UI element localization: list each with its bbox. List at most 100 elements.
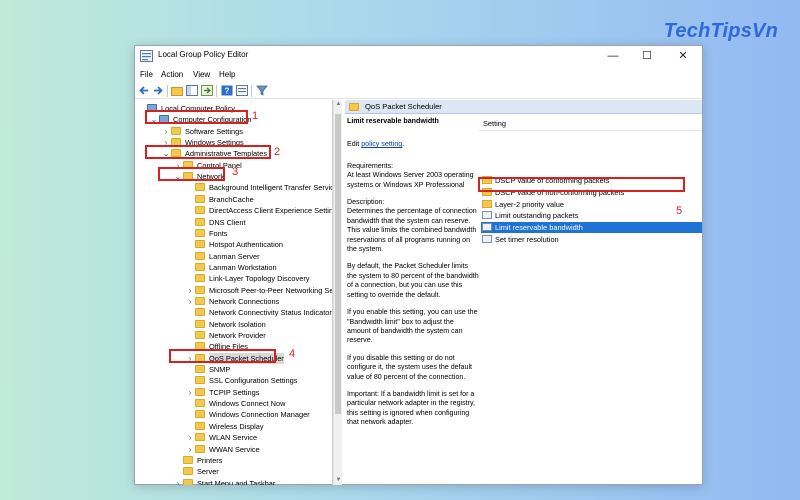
tree-node[interactable]: Background Intelligent Transfer Service — [135, 182, 332, 193]
tree-node[interactable]: Network Connectivity Status Indicator — [135, 307, 332, 318]
tree-node[interactable]: › Windows Settings — [135, 137, 332, 148]
tree-node[interactable]: Wireless Display — [135, 421, 332, 432]
policy-icon — [482, 211, 492, 220]
export-list-icon[interactable] — [201, 85, 213, 96]
setting-label: Layer-2 priority value — [495, 199, 565, 209]
chevron-right-icon[interactable]: › — [186, 444, 194, 455]
setting-label: DSCP value of conforming packets — [495, 176, 610, 185]
description-paragraph: Description: Determines the percentage o… — [347, 198, 477, 254]
menu-file[interactable]: File — [140, 70, 153, 79]
tree-node-label: Windows Settings — [185, 138, 244, 148]
settings-column-header[interactable]: Setting — [483, 119, 506, 128]
tree-node[interactable]: Server — [135, 466, 332, 477]
tree-node-label: Start Menu and Taskbar — [197, 478, 276, 485]
tree-node[interactable]: › WWAN Service — [135, 444, 332, 455]
tree-node[interactable]: › Start Menu and Taskbar — [135, 478, 332, 485]
tree-node[interactable]: › TCPIP Settings — [135, 387, 332, 398]
menu-action[interactable]: Action — [161, 70, 183, 79]
filter-icon[interactable] — [256, 85, 268, 96]
description-paragraph: Requirements: At least Windows Server 20… — [347, 161, 474, 189]
tree-node[interactable]: Network Isolation — [135, 319, 332, 330]
tree-node[interactable]: ⌄ Computer Configuration — [135, 114, 332, 125]
chevron-down-icon[interactable]: ⌄ — [174, 171, 182, 182]
tree-node-label: Windows Connection Manager — [209, 410, 310, 420]
tree-scroll-thumb[interactable] — [335, 114, 341, 414]
edit-policy-setting-link[interactable]: policy setting — [361, 140, 402, 148]
navigation-tree[interactable]: Local Computer Policy ⌄ Computer Configura… — [135, 100, 333, 485]
tree-node[interactable]: › WLAN Service — [135, 432, 332, 443]
tree-node-label: Network — [197, 172, 225, 182]
tree-node[interactable]: › Network Connections — [135, 296, 332, 307]
tree-node[interactable]: SSL Configuration Settings — [135, 375, 332, 386]
tree-node[interactable]: BranchCache — [135, 194, 332, 205]
tree-node[interactable]: Lanman Workstation — [135, 262, 332, 273]
chevron-right-icon[interactable]: › — [162, 126, 170, 137]
setting-label: Limit outstanding packets — [495, 211, 579, 221]
setting-row[interactable]: Layer-2 priority value — [481, 199, 702, 210]
forward-arrow-icon[interactable] — [152, 85, 164, 96]
tree-node-label: TCPIP Settings — [209, 387, 260, 397]
tree-node[interactable]: DirectAccess Client Experience Settings — [135, 205, 332, 216]
folder-icon — [183, 172, 193, 181]
tree-scrollbar[interactable]: ▲ ▼ — [333, 100, 342, 485]
chevron-right-icon[interactable]: › — [186, 296, 194, 307]
chevron-down-icon[interactable]: ⌄ — [150, 114, 158, 125]
folder-icon — [183, 455, 193, 464]
setting-row[interactable]: DSCP value of non-conforming packets — [481, 187, 702, 198]
show-hide-tree-icon[interactable] — [186, 85, 198, 96]
tree-node[interactable]: › QoS Packet Scheduler — [135, 352, 332, 364]
menu-bar: File Action View Help — [135, 67, 702, 83]
setting-row[interactable]: Limit reservable bandwidth — [481, 222, 702, 234]
policy-icon — [482, 235, 492, 243]
tree-node[interactable]: Network Provider — [135, 330, 332, 341]
folder-icon — [482, 199, 492, 208]
tree-node-label: DNS Client — [209, 217, 246, 227]
description-paragraph: If you enable this setting, you can use … — [347, 308, 478, 345]
setting-row[interactable]: DSCP value of conforming packets — [481, 175, 702, 186]
menu-view[interactable]: View — [193, 70, 210, 79]
scroll-up-icon[interactable]: ▲ — [334, 100, 343, 109]
tree-node[interactable]: Offline Files — [135, 341, 332, 352]
chevron-right-icon[interactable]: › — [186, 387, 194, 398]
back-arrow-icon[interactable] — [138, 85, 150, 96]
chevron-down-icon[interactable]: ⌄ — [162, 148, 170, 159]
help-icon[interactable]: ? — [221, 85, 233, 96]
tree-node[interactable]: › Software Settings — [135, 126, 332, 137]
details-header: QoS Packet Scheduler — [345, 100, 702, 114]
tree-node-label: Microsoft Peer-to-Peer Networking Servic… — [209, 285, 333, 295]
tree-node[interactable]: Windows Connect Now — [135, 398, 332, 409]
setting-row[interactable]: Set timer resolution — [481, 234, 702, 245]
folder-icon — [195, 342, 205, 351]
chevron-right-icon[interactable]: › — [186, 353, 194, 364]
tree-node[interactable]: Lanman Server — [135, 251, 332, 262]
tree-node[interactable]: Link-Layer Topology Discovery — [135, 273, 332, 284]
chevron-right-icon[interactable]: › — [174, 478, 182, 485]
folder-icon — [195, 285, 205, 294]
tree-node[interactable]: Printers — [135, 455, 332, 466]
menu-help[interactable]: Help — [219, 70, 235, 79]
tree-node[interactable]: Fonts — [135, 228, 332, 239]
chevron-right-icon[interactable]: › — [162, 137, 170, 148]
computer-icon — [159, 115, 169, 124]
tree-node[interactable]: › Microsoft Peer-to-Peer Networking Servi… — [135, 285, 332, 296]
setting-row[interactable]: Limit outstanding packets — [481, 210, 702, 221]
chevron-right-icon[interactable]: › — [186, 285, 194, 296]
tree-node[interactable]: Hotspot Authentication — [135, 239, 332, 250]
close-button[interactable]: ✕ — [668, 48, 698, 64]
folder-icon — [195, 399, 205, 408]
tree-node[interactable]: SNMP — [135, 364, 332, 375]
tree-node[interactable]: Local Computer Policy — [135, 103, 332, 114]
scroll-down-icon[interactable]: ▼ — [334, 476, 343, 485]
minimize-button[interactable]: — — [598, 48, 628, 64]
chevron-right-icon[interactable]: › — [174, 160, 182, 171]
tree-node[interactable]: ⌄ Administrative Templates — [135, 148, 332, 159]
properties-icon[interactable] — [236, 85, 248, 96]
maximize-button[interactable]: ☐ — [632, 48, 662, 64]
tree-node[interactable]: DNS Client — [135, 217, 332, 228]
up-folder-icon[interactable] — [171, 85, 183, 96]
folder-icon — [195, 319, 205, 328]
tree-node[interactable]: Windows Connection Manager — [135, 409, 332, 420]
policy-title: Limit reservable bandwidth — [347, 117, 439, 125]
chevron-right-icon[interactable]: › — [186, 432, 194, 443]
toolbar: ? — [135, 83, 702, 99]
